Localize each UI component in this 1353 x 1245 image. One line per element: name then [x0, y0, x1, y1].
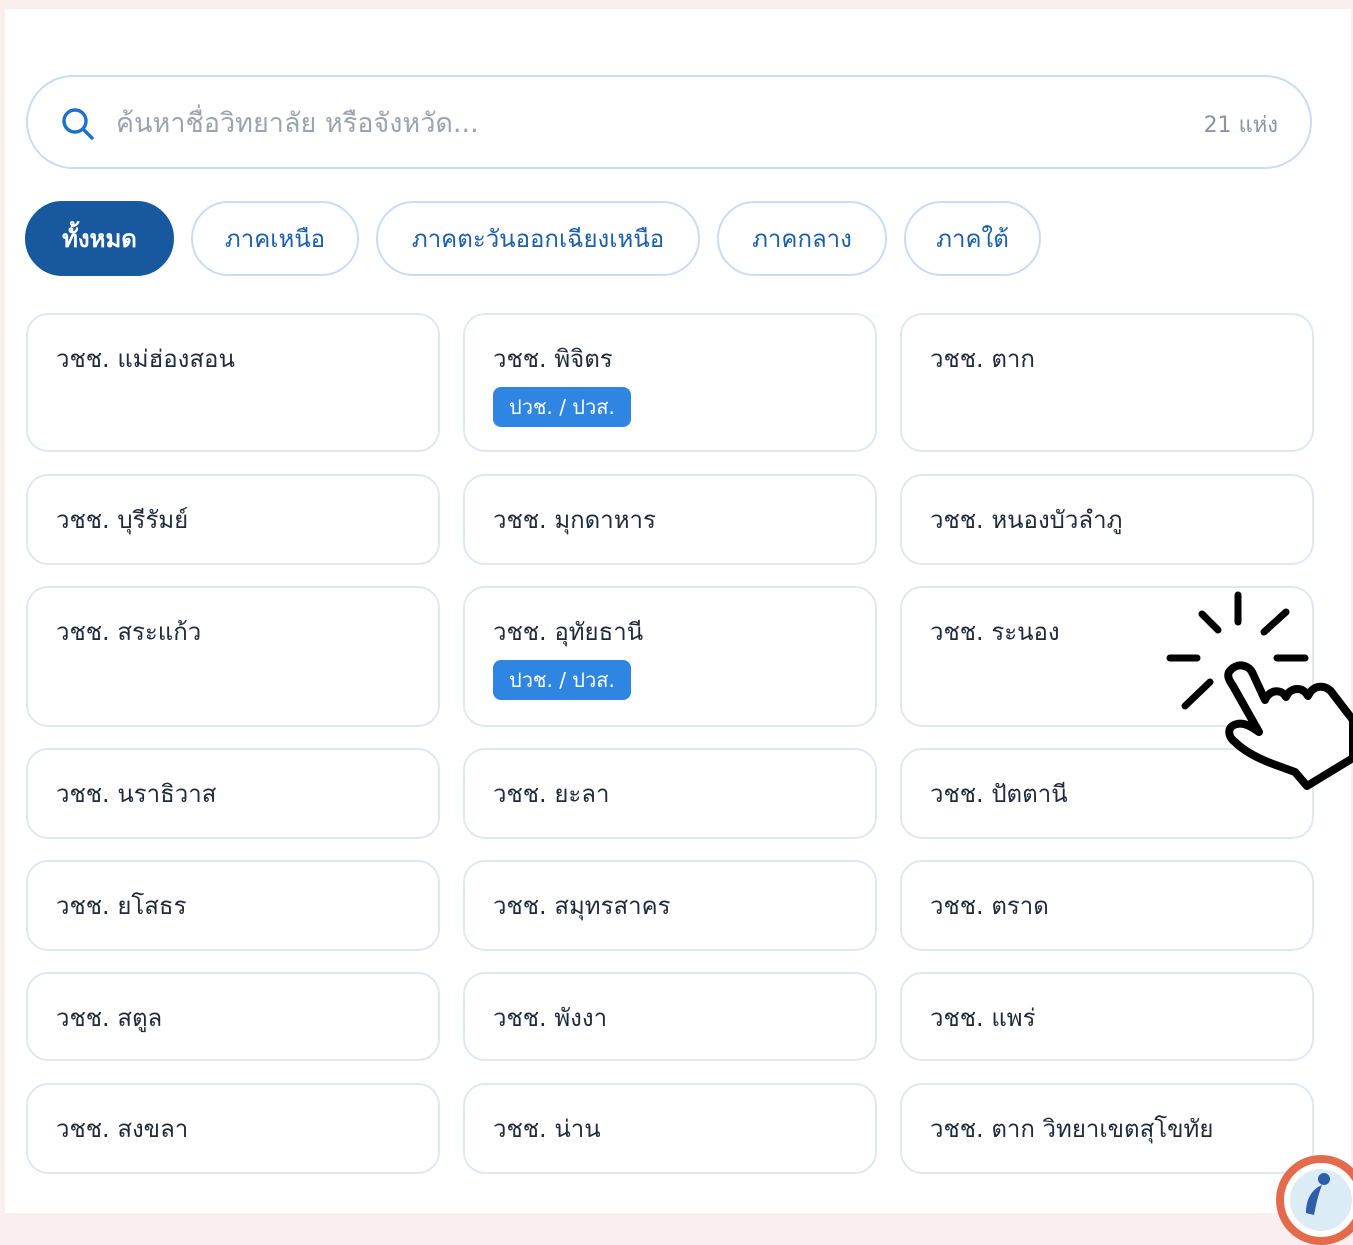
- college-name: วชช. สงขลา: [56, 1115, 189, 1143]
- college-card[interactable]: วชช. ยโสธร: [26, 860, 440, 951]
- college-name: วชช. น่าน: [493, 1115, 601, 1143]
- help-bubble-icon[interactable]: [1276, 1155, 1353, 1245]
- college-name: วชช. นราธิวาส: [56, 780, 217, 808]
- program-badge: ปวช. / ปวส.: [493, 660, 631, 700]
- filter-north[interactable]: ภาคเหนือ: [191, 201, 359, 276]
- college-grid: วชช. แม่ฮ่องสอน วชช. พิจิตร ปวช. / ปวส. …: [26, 313, 1314, 1174]
- college-name: วชช. แพร่: [930, 1004, 1036, 1032]
- college-name: วชช. ยโสธร: [56, 892, 187, 920]
- college-name: วชช. หนองบัวลำภู: [930, 506, 1123, 534]
- college-card[interactable]: วชช. สงขลา: [26, 1083, 440, 1174]
- college-card[interactable]: วชช. สมุทรสาคร: [463, 860, 877, 951]
- college-name: วชช. ยะลา: [493, 780, 610, 808]
- college-name: วชช. สระแก้ว: [56, 618, 202, 646]
- college-card[interactable]: วชช. พิจิตร ปวช. / ปวส.: [463, 313, 877, 452]
- college-card[interactable]: วชช. อุทัยธานี ปวช. / ปวส.: [463, 586, 877, 727]
- college-name: วชช. สมุทรสาคร: [493, 892, 671, 920]
- college-name: วชช. สตูล: [56, 1004, 163, 1032]
- college-card[interactable]: วชช. บุรีรัมย์: [26, 474, 440, 565]
- filter-all[interactable]: ทั้งหมด: [25, 201, 174, 276]
- college-card[interactable]: วชช. สตูล: [26, 972, 440, 1061]
- college-name: วชช. มุกดาหาร: [493, 506, 656, 534]
- college-card[interactable]: วชช. ตาก: [900, 313, 1314, 452]
- filter-northeast[interactable]: ภาคตะวันออกเฉียงเหนือ: [376, 201, 700, 276]
- pointer-hand-icon: [1166, 591, 1353, 790]
- college-card[interactable]: วชช. แพร่: [900, 972, 1314, 1061]
- college-card[interactable]: วชช. ตราด: [900, 860, 1314, 951]
- college-card[interactable]: วชช. พังงา: [463, 972, 877, 1061]
- search-icon: [62, 108, 94, 140]
- filter-central[interactable]: ภาคกลาง: [717, 201, 887, 276]
- college-card[interactable]: วชช. ยะลา: [463, 748, 877, 839]
- college-card[interactable]: วชช. หนองบัวลำภู: [900, 474, 1314, 565]
- program-badge: ปวช. / ปวส.: [493, 387, 631, 427]
- college-name: วชช. ตราด: [930, 892, 1049, 920]
- college-name: วชช. ตาก วิทยาเขตสุโขทัย: [930, 1115, 1214, 1143]
- search-input[interactable]: [116, 99, 1116, 147]
- college-name: วชช. แม่ฮ่องสอน: [56, 345, 235, 373]
- college-name: วชช. อุทัยธานี: [493, 618, 644, 646]
- college-card[interactable]: วชช. นราธิวาส: [26, 748, 440, 839]
- college-name: วชช. พิจิตร: [493, 345, 613, 373]
- search-bar[interactable]: 21 แห่ง: [26, 75, 1312, 169]
- college-card[interactable]: วชช. แม่ฮ่องสอน: [26, 313, 440, 452]
- filter-south[interactable]: ภาคใต้: [904, 201, 1041, 276]
- college-name: วชช. พังงา: [493, 1004, 608, 1032]
- college-card[interactable]: วชช. ตาก วิทยาเขตสุโขทัย: [900, 1083, 1314, 1174]
- result-count: 21 แห่ง: [1203, 113, 1278, 138]
- college-card[interactable]: วชช. น่าน: [463, 1083, 877, 1174]
- college-name: วชช. บุรีรัมย์: [56, 506, 189, 534]
- college-card[interactable]: วชช. สระแก้ว: [26, 586, 440, 727]
- college-card[interactable]: วชช. มุกดาหาร: [463, 474, 877, 565]
- region-filters: ทั้งหมด ภาคเหนือ ภาคตะวันออกเฉียงเหนือ ภ…: [25, 201, 1041, 276]
- college-name: วชช. ตาก: [930, 345, 1035, 373]
